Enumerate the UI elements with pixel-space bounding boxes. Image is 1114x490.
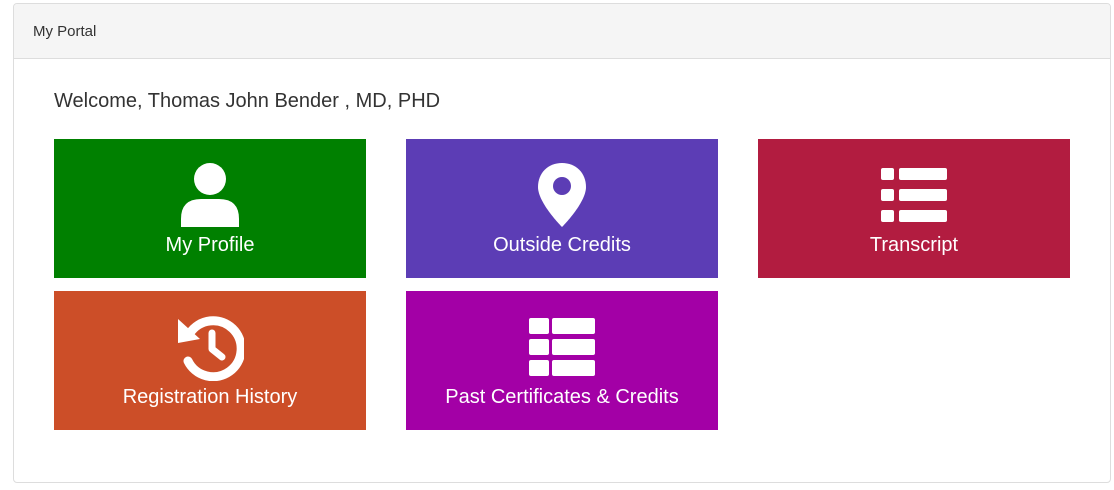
transcript-tile[interactable]: Transcript [758,139,1070,278]
panel-title: My Portal [33,22,97,40]
table-list-icon [527,312,597,382]
outside-credits-label: Outside Credits [493,234,631,256]
welcome-message: Welcome, Thomas John Bender , MD, PHD [54,90,441,112]
user-icon [175,160,245,230]
registration-history-tile[interactable]: Registration History [54,291,366,430]
list-icon [879,160,949,230]
panel-heading: My Portal [14,4,1110,59]
past-certificates-tile[interactable]: Past Certificates & Credits [406,291,718,430]
registration-history-label: Registration History [122,386,298,408]
map-marker-icon [527,160,597,230]
my-profile-label: My Profile [165,234,255,256]
outside-credits-tile[interactable]: Outside Credits [406,139,718,278]
my-profile-tile[interactable]: My Profile [54,139,366,278]
portal-panel: My Portal Welcome, Thomas John Bender , … [13,3,1111,483]
past-certificates-label: Past Certificates & Credits [445,386,679,408]
transcript-label: Transcript [869,234,959,256]
history-icon [175,312,245,382]
